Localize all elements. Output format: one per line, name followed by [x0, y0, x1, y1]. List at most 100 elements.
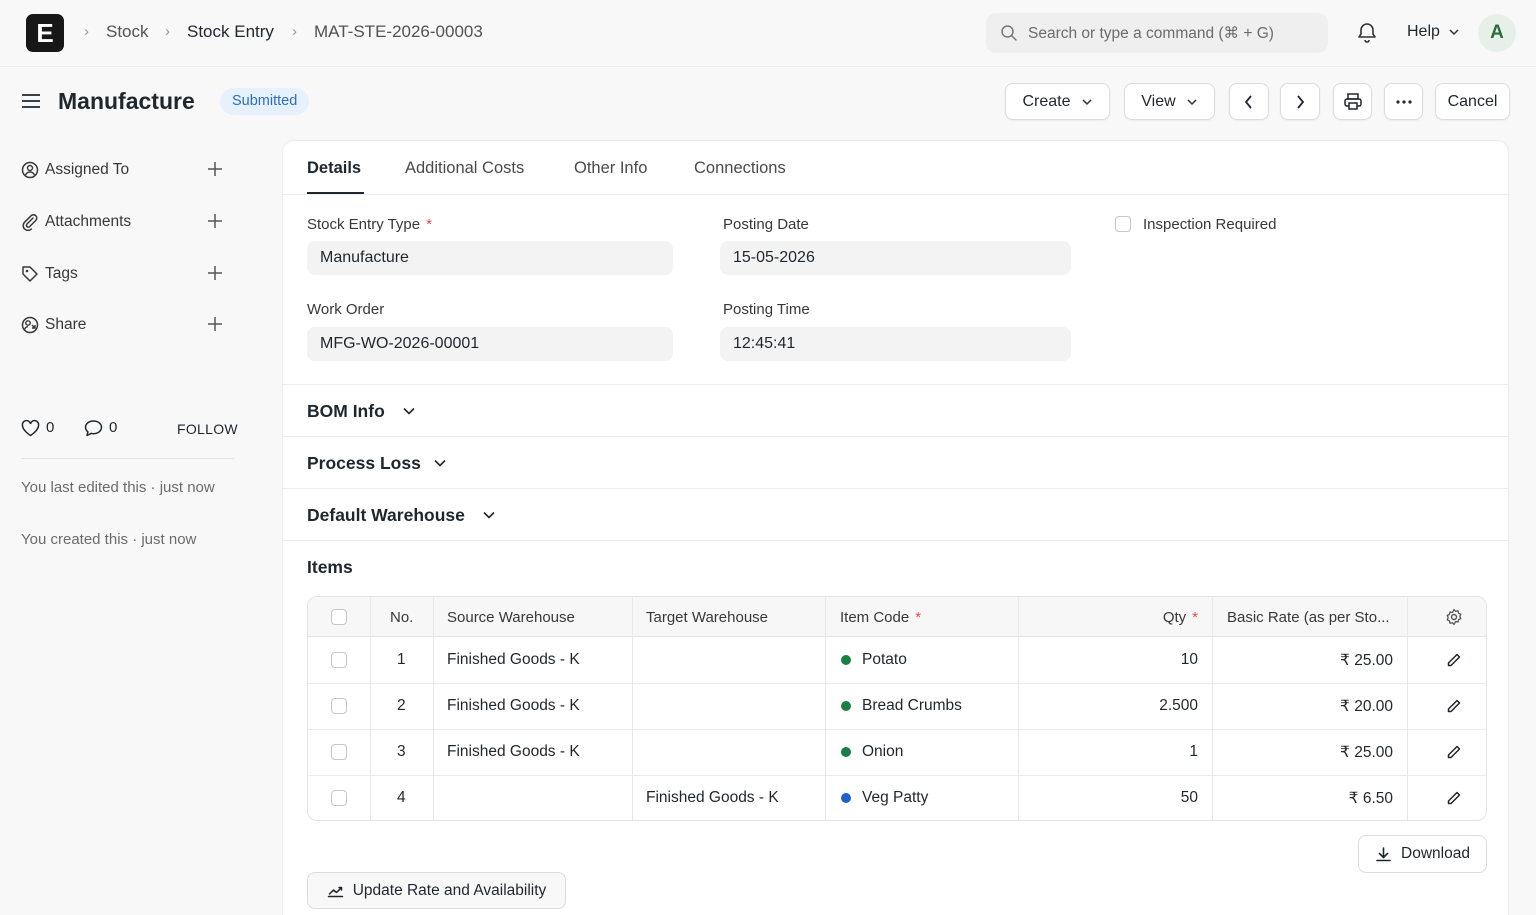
create-button-label: Create: [1022, 92, 1071, 110]
row-no: 1: [397, 651, 406, 668]
row-source-warehouse[interactable]: Finished Goods - K: [447, 697, 580, 715]
status-badge: Submitted: [220, 88, 310, 115]
form-card: Details Additional Costs Other Info Conn…: [282, 140, 1509, 915]
avatar[interactable]: A: [1478, 14, 1516, 52]
edit-icon[interactable]: [1446, 790, 1462, 806]
download-button[interactable]: Download: [1358, 835, 1487, 873]
add-icon[interactable]: [207, 265, 223, 281]
row-qty[interactable]: 50: [1181, 789, 1198, 807]
sidebar-item-assigned-to[interactable]: Assigned To: [21, 160, 226, 180]
section-bom-info[interactable]: BOM Info: [283, 384, 1508, 436]
sidebar-item-label: Share: [45, 316, 87, 333]
heart-icon[interactable]: [21, 420, 40, 437]
cancel-button[interactable]: Cancel: [1435, 83, 1510, 120]
sidebar-item-share[interactable]: Share: [21, 315, 226, 335]
items-table: No. Source Warehouse Target Warehouse It…: [307, 596, 1487, 821]
row-checkbox[interactable]: [331, 744, 347, 760]
work-order-field[interactable]: MFG-WO-2026-00001: [307, 327, 673, 361]
posting-time-field[interactable]: 12:45:41: [720, 327, 1071, 361]
chevron-down-icon: [403, 407, 415, 415]
gear-icon[interactable]: [1445, 608, 1463, 626]
bell-icon[interactable]: [1355, 20, 1379, 44]
next-button[interactable]: [1280, 83, 1320, 120]
column-divider: [632, 597, 633, 820]
row-target-warehouse[interactable]: Finished Goods - K: [646, 789, 779, 807]
row-checkbox[interactable]: [331, 652, 347, 668]
section-title: Default Warehouse: [307, 505, 465, 525]
row-divider: [308, 775, 1486, 776]
add-icon[interactable]: [207, 213, 223, 229]
follow-button[interactable]: FOLLOW: [177, 421, 238, 437]
row-qty[interactable]: 2.500: [1159, 697, 1198, 715]
edit-icon[interactable]: [1446, 744, 1462, 760]
column-divider: [370, 597, 371, 820]
status-dot: [841, 747, 851, 757]
help-menu[interactable]: Help: [1407, 23, 1440, 41]
row-basic-rate[interactable]: ₹ 25.00: [1340, 651, 1393, 670]
column-header-source-warehouse: Source Warehouse: [447, 609, 575, 626]
row-source-warehouse[interactable]: Finished Goods - K: [447, 651, 580, 669]
divider: [283, 540, 1508, 541]
add-icon[interactable]: [207, 316, 223, 332]
column-header-qty: Qty *: [1162, 609, 1198, 626]
chevron-down-icon: [1081, 98, 1092, 105]
sidebar-item-attachments[interactable]: Attachments: [21, 212, 226, 232]
breadcrumb-stock[interactable]: Stock: [106, 22, 149, 42]
items-title: Items: [307, 557, 353, 577]
app-logo[interactable]: E: [26, 14, 64, 52]
posting-date-field[interactable]: 15-05-2026: [720, 241, 1071, 275]
row-no: 2: [397, 697, 406, 714]
sidebar-item-label: Tags: [45, 265, 78, 282]
row-basic-rate[interactable]: ₹ 25.00: [1340, 743, 1393, 762]
row-basic-rate[interactable]: ₹ 20.00: [1340, 697, 1393, 716]
search-bar[interactable]: Search or type a command (⌘ + G): [986, 13, 1328, 53]
column-header-item-code: Item Code *: [840, 609, 922, 626]
row-qty[interactable]: 1: [1189, 743, 1198, 761]
tab-connections[interactable]: Connections: [694, 159, 786, 178]
row-source-warehouse[interactable]: Finished Goods - K: [447, 743, 580, 761]
breadcrumb-document[interactable]: MAT-STE-2026-00003: [314, 22, 483, 42]
row-basic-rate[interactable]: ₹ 6.50: [1349, 789, 1393, 808]
comment-icon[interactable]: [84, 419, 103, 437]
edit-icon[interactable]: [1446, 652, 1462, 668]
activity-created: You created this · just now: [21, 531, 197, 548]
inspection-required-checkbox[interactable]: [1115, 216, 1131, 232]
tab-details[interactable]: Details: [307, 159, 361, 178]
row-item-code[interactable]: Veg Patty: [862, 789, 928, 807]
row-item-code[interactable]: Potato: [862, 651, 907, 669]
row-item-code[interactable]: Onion: [862, 743, 903, 761]
required-mark: *: [1192, 609, 1198, 626]
stock-entry-type-field[interactable]: Manufacture: [307, 241, 673, 275]
column-divider: [433, 597, 434, 820]
row-checkbox[interactable]: [331, 790, 347, 806]
sidebar-item-label: Assigned To: [45, 161, 130, 178]
row-divider: [308, 683, 1486, 684]
sidebar-toggle-icon[interactable]: [21, 92, 41, 110]
breadcrumb-stock-entry[interactable]: Stock Entry: [187, 22, 274, 42]
breadcrumb-separator-icon: ›: [292, 23, 297, 40]
view-button[interactable]: View: [1124, 83, 1215, 120]
section-process-loss[interactable]: Process Loss: [283, 436, 1508, 488]
tab-other-info[interactable]: Other Info: [574, 159, 647, 178]
cancel-button-label: Cancel: [1447, 92, 1498, 110]
select-all-checkbox[interactable]: [331, 609, 347, 625]
row-checkbox[interactable]: [331, 698, 347, 714]
tab-bar: Details Additional Costs Other Info Conn…: [283, 141, 1508, 195]
section-default-warehouse[interactable]: Default Warehouse: [283, 488, 1508, 540]
section-title: BOM Info: [307, 401, 385, 421]
print-button[interactable]: [1333, 83, 1372, 120]
previous-button[interactable]: [1229, 83, 1269, 120]
sidebar-item-tags[interactable]: Tags: [21, 264, 226, 284]
column-divider: [1212, 597, 1213, 820]
edit-icon[interactable]: [1446, 698, 1462, 714]
column-header-no: No.: [390, 609, 414, 626]
row-item-code[interactable]: Bread Crumbs: [862, 697, 962, 715]
chevron-down-icon[interactable]: [1448, 27, 1460, 37]
create-button[interactable]: Create: [1005, 83, 1110, 120]
stock-entry-type-label: Stock Entry Type *: [307, 216, 432, 233]
update-rate-button[interactable]: Update Rate and Availability: [307, 872, 566, 909]
row-qty[interactable]: 10: [1181, 651, 1198, 669]
tab-additional-costs[interactable]: Additional Costs: [405, 159, 524, 178]
add-icon[interactable]: [207, 161, 223, 177]
more-button[interactable]: [1384, 83, 1423, 120]
